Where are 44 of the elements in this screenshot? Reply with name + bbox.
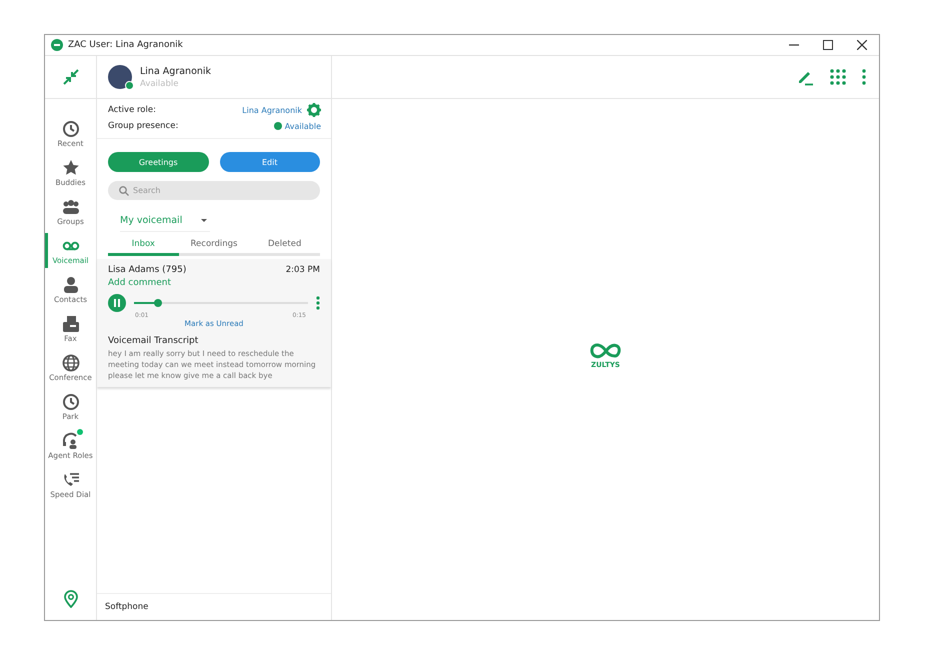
more-icon: [862, 69, 866, 85]
pause-icon: [113, 299, 121, 307]
caret-icon: [201, 218, 207, 222]
user-name: Lina Agranonik: [140, 66, 212, 76]
role-link[interactable]: Lina Agranonik: [242, 106, 302, 114]
more-icon: [316, 296, 320, 310]
maximize-icon: [823, 40, 833, 50]
person-icon: [62, 276, 80, 294]
add-comment-link[interactable]: Add comment: [108, 278, 172, 288]
infinity-logo-icon: [588, 342, 624, 360]
presence-label: Group presence:: [108, 121, 178, 131]
softphone-label: Softphone: [105, 602, 148, 612]
phone-list-icon: [62, 470, 80, 488]
clock-icon: [62, 392, 80, 410]
tab[interactable]: Deleted: [249, 234, 320, 256]
star-icon: [62, 158, 80, 176]
tab[interactable]: Recordings: [178, 234, 250, 256]
user-status: Available: [140, 78, 180, 88]
headset-icon: [62, 432, 80, 450]
status-dot: [125, 81, 134, 90]
gear-icon: [307, 103, 321, 117]
transcript-title: Voicemail Transcript: [108, 336, 200, 346]
dialpad-icon: [830, 69, 846, 85]
greetings-button[interactable]: Greetings: [108, 152, 208, 172]
play-pause-button[interactable]: [108, 294, 126, 312]
location-pin-icon: [64, 590, 78, 608]
clock-icon: [62, 120, 80, 138]
collapse-icon: [62, 69, 78, 85]
fax-icon: [62, 314, 80, 332]
status-dot: [274, 122, 282, 130]
progress-handle[interactable]: [154, 299, 162, 307]
role-label: Active role:: [108, 105, 156, 115]
window-title: ZAC User: Lina Agranonik: [68, 40, 184, 50]
people-icon: [62, 198, 80, 216]
tab[interactable]: Inbox: [108, 234, 179, 256]
search-field[interactable]: Search: [108, 181, 320, 200]
app-logo-icon: [51, 39, 63, 51]
mailbox-dropdown[interactable]: My voicemail: [120, 209, 210, 232]
globe-icon: [62, 354, 80, 372]
message-time: 2:03 PM: [286, 265, 320, 275]
edit-button[interactable]: Edit: [220, 152, 320, 172]
presence-value: Available: [284, 122, 321, 130]
caller-name: Lisa Adams (795): [108, 265, 186, 275]
close-icon: [857, 40, 867, 50]
